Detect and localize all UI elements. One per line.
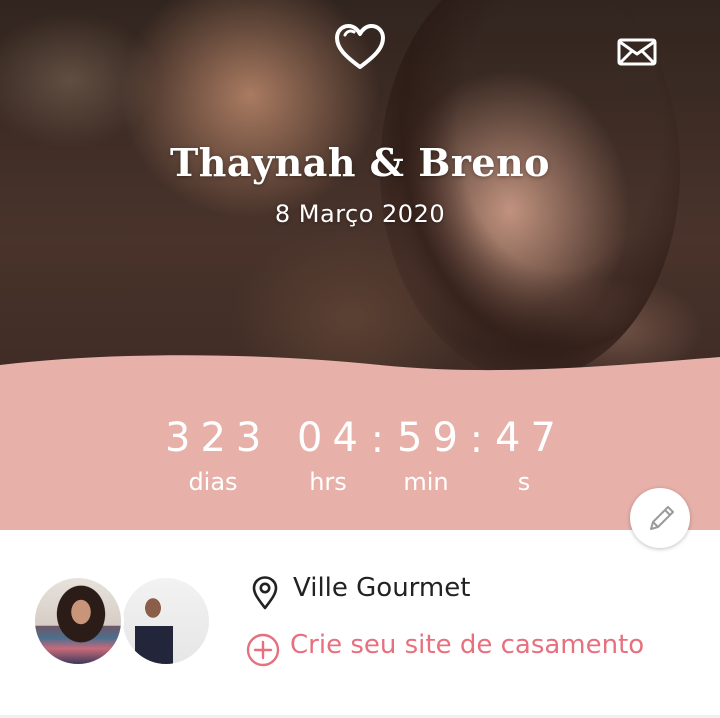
create-wedding-site-link[interactable]: Crie seu site de casamento: [290, 630, 644, 660]
countdown-minutes: 59: [397, 415, 468, 461]
countdown-separator: :: [470, 417, 483, 461]
countdown-separator: :: [371, 417, 384, 461]
pencil-icon: [650, 506, 674, 530]
groom-avatar: [120, 575, 212, 667]
bride-avatar: [32, 575, 124, 667]
location-pin-icon: [252, 576, 278, 610]
couple-names: Thaynah & Breno: [169, 140, 551, 185]
countdown-days-label: dias: [188, 468, 238, 496]
plus-circle-icon[interactable]: [246, 633, 280, 667]
countdown-days: 323: [165, 415, 272, 461]
countdown-hours: 04: [297, 415, 368, 461]
wedding-app-screen: Thaynah & Breno 8 Março 2020 323 04 : 59…: [0, 0, 720, 718]
wedding-date: 8 Março 2020: [274, 200, 446, 228]
edit-button[interactable]: [630, 488, 690, 548]
heart-icon[interactable]: [333, 22, 387, 72]
countdown-seconds-label: s: [517, 468, 531, 496]
mail-icon[interactable]: [617, 37, 657, 67]
countdown-hours-label: hrs: [309, 468, 347, 496]
countdown-minutes-label: min: [403, 468, 449, 496]
venue-name: Ville Gourmet: [293, 573, 471, 603]
countdown-seconds: 47: [495, 415, 566, 461]
